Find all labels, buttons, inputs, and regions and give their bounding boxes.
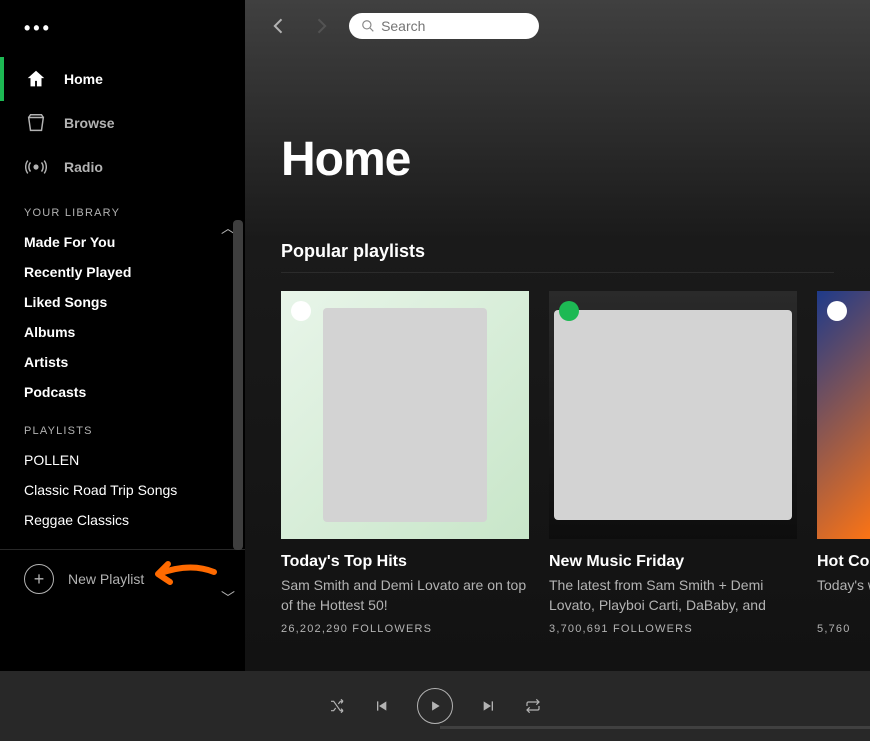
playlist-reggae-classics[interactable]: Reggae Classics [0, 505, 245, 535]
progress-bar[interactable] [440, 726, 870, 729]
play-icon [417, 688, 453, 724]
nav-label: Home [64, 71, 103, 87]
sidebar-scrollbar[interactable] [233, 220, 243, 560]
library-made-for-you[interactable]: Made For You [0, 227, 245, 257]
nav-browse[interactable]: Browse [0, 101, 245, 145]
spotify-badge-icon [559, 301, 579, 321]
page-title: Home [245, 52, 870, 201]
playlist-card[interactable]: Hot Country Today's week, with Georgia 5… [817, 291, 870, 635]
playlists-header: PLAYLISTS [0, 407, 245, 445]
next-button[interactable] [481, 698, 497, 714]
main-nav: Home Browse Radio [0, 49, 245, 189]
browse-icon [24, 111, 48, 135]
search-field[interactable] [349, 13, 539, 39]
card-followers: 26,202,290 FOLLOWERS [281, 615, 529, 635]
card-description: The latest from Sam Smith + Demi Lovato,… [549, 571, 797, 615]
library-albums[interactable]: Albums [0, 317, 245, 347]
card-description: Today's week, with Georgia [817, 571, 870, 615]
library-artists[interactable]: Artists [0, 347, 245, 377]
card-title: Today's Top Hits [281, 539, 529, 571]
menu-ellipsis-button[interactable]: ••• [0, 0, 245, 49]
sidebar: ••• Home Browse Radio YOUR LIBR [0, 0, 245, 671]
plus-icon: + [24, 564, 54, 594]
previous-button[interactable] [373, 698, 389, 714]
card-title: Hot Country [817, 539, 870, 571]
playlist-pollen[interactable]: POLLEN [0, 445, 245, 475]
scroll-down-chevron-icon[interactable]: ﹀ [221, 588, 235, 608]
shuffle-button[interactable] [329, 698, 345, 714]
playlist-classic-road-trip[interactable]: Classic Road Trip Songs [0, 475, 245, 505]
popular-playlists-row: Today's Top Hits Sam Smith and Demi Lova… [245, 273, 870, 635]
new-playlist-label: New Playlist [68, 571, 144, 587]
search-icon [361, 18, 375, 34]
library-header: YOUR LIBRARY [0, 189, 245, 227]
home-icon [24, 67, 48, 91]
card-description: Sam Smith and Demi Lovato are on top of … [281, 571, 529, 615]
playlist-cover [281, 291, 529, 539]
playlist-cover [817, 291, 870, 539]
play-button[interactable] [417, 688, 453, 724]
popular-playlists-header: Popular playlists [245, 201, 870, 272]
main-content: Home Popular playlists Today's Top Hits … [245, 0, 870, 671]
playlist-card[interactable]: New Music Friday The latest from Sam Smi… [549, 291, 797, 635]
radio-icon [24, 155, 48, 179]
nav-label: Radio [64, 159, 103, 175]
library-liked-songs[interactable]: Liked Songs [0, 287, 245, 317]
card-followers: 5,760 [817, 615, 870, 635]
repeat-button[interactable] [525, 698, 541, 714]
playlist-card[interactable]: Today's Top Hits Sam Smith and Demi Lova… [281, 291, 529, 635]
spotify-badge-icon [827, 301, 847, 321]
library-podcasts[interactable]: Podcasts [0, 377, 245, 407]
library-recently-played[interactable]: Recently Played [0, 257, 245, 287]
top-bar [245, 0, 870, 52]
player-bar [0, 671, 870, 741]
spotify-badge-icon [291, 301, 311, 321]
nav-home[interactable]: Home [0, 57, 245, 101]
nav-radio[interactable]: Radio [0, 145, 245, 189]
nav-label: Browse [64, 115, 115, 131]
search-input[interactable] [381, 18, 527, 34]
playlist-cover [549, 291, 797, 539]
nav-back-button[interactable] [265, 12, 293, 40]
new-playlist-button[interactable]: + New Playlist [0, 550, 245, 608]
card-followers: 3,700,691 FOLLOWERS [549, 615, 797, 635]
player-controls [329, 688, 541, 724]
nav-forward-button[interactable] [307, 12, 335, 40]
card-title: New Music Friday [549, 539, 797, 571]
